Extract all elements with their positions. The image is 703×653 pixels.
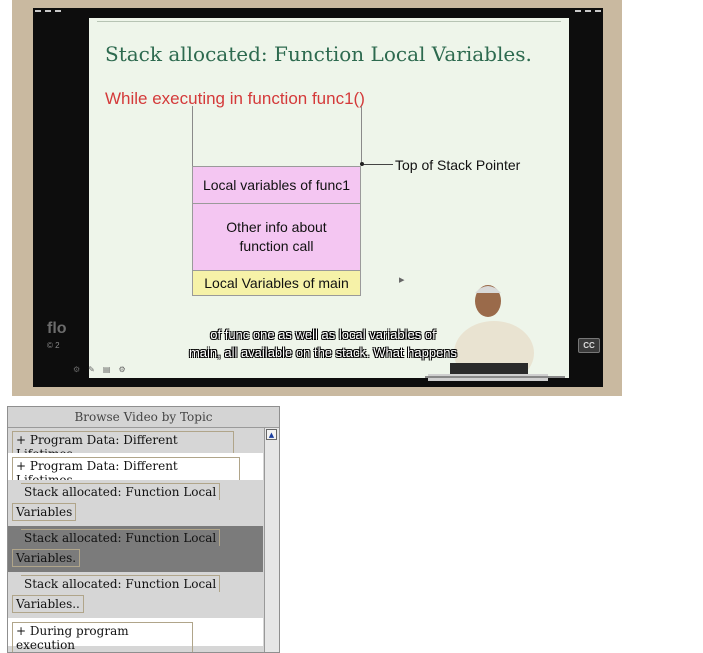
topic-item-label: Stack allocated: Function Local (21, 529, 221, 546)
browse-by-topic-panel: Browse Video by Topic + Program Data: Di… (7, 406, 280, 653)
stack-right-wall (361, 106, 362, 166)
call-info-line-2: function call (239, 238, 314, 254)
stack-frame-main: Local Variables of main (192, 270, 361, 296)
topic-item[interactable]: + During program execution (8, 618, 263, 652)
slide-subtitle: While executing in function func1() (105, 89, 365, 108)
frame-corner-dash-left (35, 10, 61, 12)
top-of-stack-dot (360, 162, 364, 166)
pencil-icon[interactable]: ✎ (88, 365, 95, 374)
settings-icon[interactable]: ⚙ (73, 365, 80, 374)
top-of-stack-label: Top of Stack Pointer (395, 157, 521, 173)
closed-caption: of func one as well as local variables o… (173, 326, 473, 362)
stack-frame-func1: Local variables of func1 (192, 166, 361, 204)
video-player[interactable]: Stack allocated: Function Local Variable… (33, 8, 603, 387)
browse-panel-title: Browse Video by Topic (8, 407, 279, 428)
mouse-cursor-icon: ▸ (399, 273, 405, 286)
topic-item-label-line-2: Variables.. (12, 595, 84, 613)
progress-bar[interactable] (425, 376, 565, 378)
call-info-line-1: Other info about (226, 219, 327, 235)
caption-line-2: main, all available on the stack. What h… (188, 345, 458, 360)
topic-item[interactable]: Stack allocated: Function Local Variable… (8, 572, 263, 618)
gear-icon[interactable]: ⚙ (118, 365, 125, 374)
topic-item-label: Stack allocated: Function Local (21, 575, 221, 592)
topic-list-scrollbar[interactable]: ▲ (264, 428, 279, 652)
topic-item-label-line-2: Variables (12, 503, 77, 521)
slide-title: Stack allocated: Function Local Variable… (105, 42, 532, 66)
caption-line-1: of func one as well as local variables o… (210, 327, 436, 342)
topic-item[interactable]: + Program Data: Different Lifetimes.. (8, 453, 263, 489)
frame-corner-dash-right (575, 10, 601, 12)
topic-list: + Program Data: Different Lifetimes. + P… (8, 428, 263, 652)
stack-left-wall (192, 106, 193, 166)
video-frame: Stack allocated: Function Local Variable… (12, 0, 622, 396)
topic-item[interactable]: + Program Data: Different Lifetimes. (8, 428, 263, 463)
stack-frame-call-info: Other info about function call (192, 203, 361, 271)
copyright-text: © 2 (47, 341, 60, 350)
topic-item[interactable]: Stack allocated: Function Local Variable… (8, 480, 263, 526)
closed-caption-button[interactable]: CC (578, 338, 600, 353)
flo-logo: flo (47, 320, 67, 337)
slides-icon[interactable]: ▤ (103, 365, 111, 374)
video-toolbar: ⚙ ✎ ▤ ⚙ (73, 365, 126, 374)
scroll-up-arrow-icon[interactable]: ▲ (266, 429, 277, 440)
topic-item-label-line-2: Variables. (12, 549, 81, 567)
top-of-stack-arrow (361, 164, 393, 165)
slide-top-line (97, 21, 561, 22)
topic-item-selected[interactable]: Stack allocated: Function Local Variable… (8, 526, 263, 572)
topic-item-label: + During program execution (12, 622, 193, 652)
topic-item-label: Stack allocated: Function Local (21, 483, 221, 500)
